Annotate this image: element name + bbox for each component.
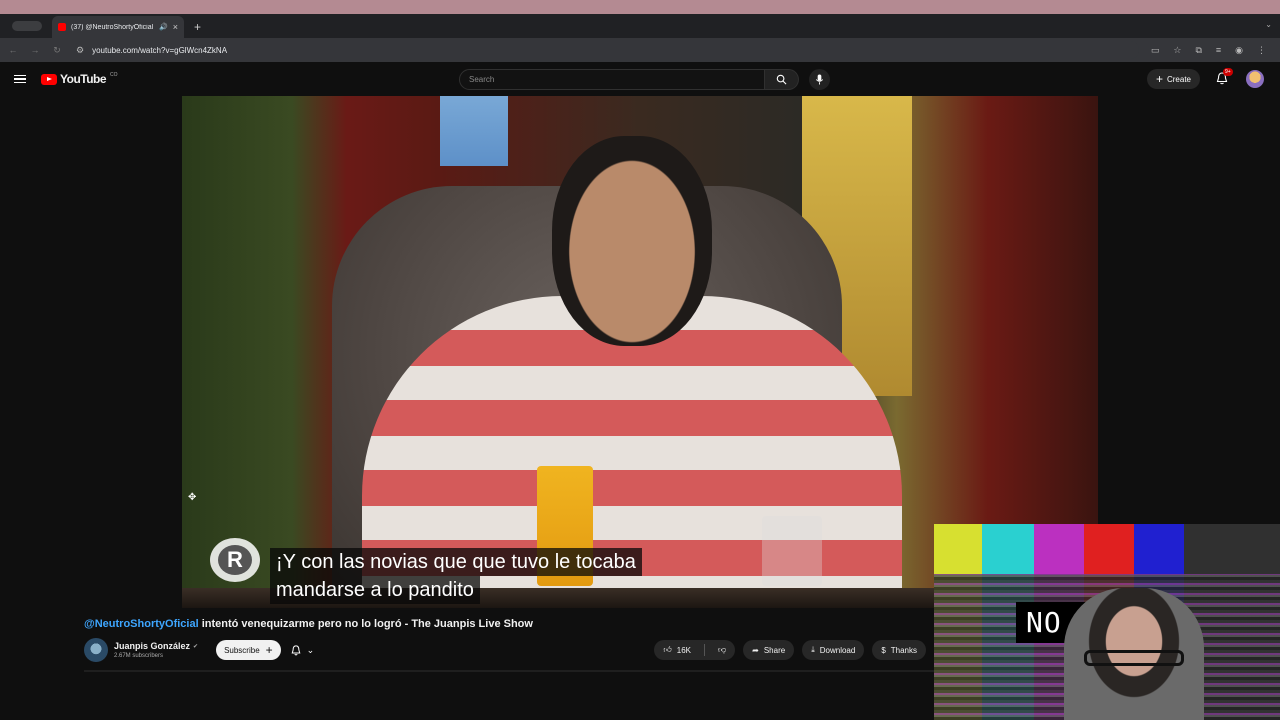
subscribe-button[interactable]: Subscribe + [216,640,281,660]
plus-icon: + [1155,72,1163,86]
description-divider [84,670,934,672]
address-bar-icons: ▭ ☆ ⧉ ≡ ◉ ⋮ [1151,45,1272,56]
voice-search-button[interactable] [809,69,830,90]
share-label: Share [763,645,786,655]
site-settings-icon[interactable]: ⚙ [76,45,84,56]
video-actions: 👍︎ 16K 👎︎ ➦ Share ⤓ Download $ Thanks [654,640,926,660]
bell-icon [291,644,301,655]
thumbs-down-icon: 👎︎ [718,645,727,654]
dislike-button[interactable]: 👎︎ [718,645,726,655]
hamburger-menu-icon[interactable] [14,74,26,84]
video-frame-window-left [440,96,508,166]
notifications-button[interactable]: 9+ [1216,68,1233,86]
youtube-favicon-icon [58,23,66,31]
channel-row: Juanpis González ✔ 2.67M subscribers Sub… [84,638,314,662]
notification-preferences-button[interactable]: ⌄ [291,644,315,656]
youtube-play-icon [41,73,57,85]
thanks-icon: $ [881,645,886,655]
video-title: @NeutroShortyOficial intentó venequizarm… [84,618,533,630]
channel-watermark-logo: R [210,538,260,582]
plus-icon: + [265,643,273,657]
profile-icon[interactable]: ◉ [1235,45,1243,56]
create-label: Create [1166,74,1191,84]
cast-icon[interactable]: ▭ [1151,45,1160,56]
chevron-down-icon: ⌄ [306,644,315,655]
search-button[interactable] [765,69,799,90]
channel-name-text: Juanpis González [114,641,191,651]
like-dislike-group: 👍︎ 16K 👎︎ [654,640,736,660]
streamer-glasses [1084,650,1184,666]
bookmark-star-icon[interactable]: ☆ [1173,45,1181,56]
mouse-cursor-icon: ✥ [188,492,197,503]
forward-arrow-icon[interactable]: → [30,45,40,55]
channel-avatar[interactable] [84,638,108,662]
url-field[interactable]: ⚙ youtube.com/watch?v=gGlWcn4ZkNA [74,41,1139,59]
like-divider [704,644,705,656]
video-frame-water-glass [762,516,822,586]
reload-icon[interactable]: ↻ [52,45,62,56]
verified-check-icon: ✔ [193,643,199,650]
like-count: 16K [676,645,691,655]
thanks-label: Thanks [890,645,917,655]
url-text: youtube.com/watch?v=gGlWcn4ZkNA [92,45,228,55]
media-icon[interactable]: ≡ [1216,45,1221,56]
back-arrow-icon[interactable]: ← [8,45,18,55]
download-label: Download [819,645,856,655]
thumbs-up-icon: 👍︎ [663,645,672,654]
tab-title: (37) @NeutroShortyOficial [71,23,154,31]
share-arrow-icon: ➦ [752,645,759,655]
search-bar [459,69,830,90]
browser-tab-strip: (37) @NeutroShortyOficial 🔊 × + ⌄ [0,14,1280,38]
caption-line-2: mandarse a lo pandito [270,576,480,604]
address-bar-row: ← → ↻ ⚙ youtube.com/watch?v=gGlWcn4ZkNA … [0,38,1280,62]
browser-menu-icon[interactable]: ⋮ [1257,45,1266,56]
browser-tab-active[interactable]: (37) @NeutroShortyOficial 🔊 × [52,16,184,38]
youtube-wordmark: YouTube [60,72,107,86]
search-icon [776,74,787,85]
tab-search-chevron-icon[interactable]: ⌄ [1265,20,1272,29]
caption-line-1: ¡Y con las novias que que tuvo le tocaba [270,548,642,576]
thanks-button[interactable]: $ Thanks [872,640,926,660]
like-button[interactable]: 👍︎ 16K [663,645,691,655]
new-tab-button[interactable]: + [194,20,201,34]
notification-badge: 9+ [1223,68,1233,76]
extensions-icon[interactable]: ⧉ [1195,45,1201,56]
share-button[interactable]: ➦ Share [743,640,795,660]
subscribe-label: Subscribe [224,645,260,655]
country-code: CO [110,72,118,78]
video-frame-head [552,136,712,346]
closed-captions: ¡Y con las novias que que tuvo le tocaba… [270,548,642,604]
title-text: intentó venequizarme pero no lo logró - … [198,618,533,630]
create-button[interactable]: + Create [1146,69,1200,89]
channel-info: Juanpis González ✔ 2.67M subscribers [114,641,198,659]
header-right-controls: + Create 9+ [1146,68,1264,89]
tab-group-pill[interactable] [12,21,42,31]
webcam-overlay: NO SIG [934,524,1280,720]
microphone-icon [815,74,824,85]
macos-menu-bar [0,0,1280,14]
speaker-icon[interactable]: 🔊 [159,23,168,31]
watermark-r-icon: R [218,545,252,575]
download-button[interactable]: ⤓ Download [802,640,865,660]
youtube-logo[interactable]: YouTube CO [41,72,118,86]
search-input[interactable] [459,69,765,90]
channel-name[interactable]: Juanpis González ✔ [114,641,198,651]
subscriber-count: 2.67M subscribers [114,653,164,659]
youtube-header: YouTube CO + Create 9 [0,62,1280,96]
account-avatar[interactable] [1246,70,1264,88]
tab-close-icon[interactable]: × [173,22,178,32]
download-icon: ⤓ [811,645,815,654]
title-mention-link[interactable]: @NeutroShortyOficial [84,618,199,630]
